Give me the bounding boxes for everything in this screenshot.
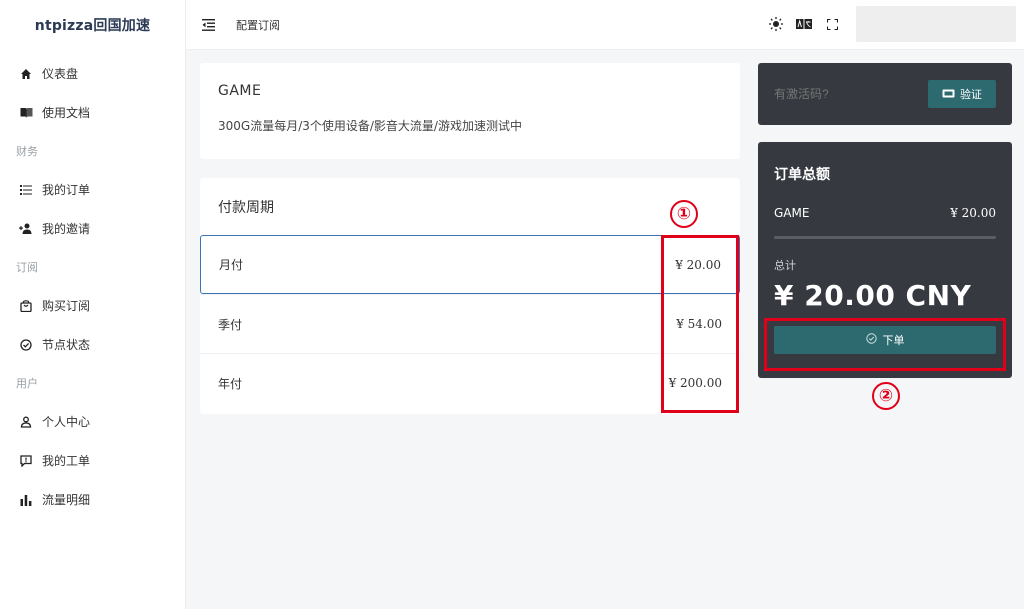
period-option-quarterly[interactable]: 季付 ¥ 54.00 bbox=[200, 294, 740, 353]
total-label: 总计 bbox=[774, 259, 796, 272]
brand-logo[interactable]: ntpizza回国加速 bbox=[0, 0, 185, 50]
translate-icon[interactable] bbox=[790, 4, 818, 44]
sidebar-nav: 仪表盘 使用文档 财务 我的订单 我的邀请 订阅 购买订阅 节点状态 用户 个人… bbox=[0, 50, 185, 519]
user-menu[interactable] bbox=[856, 6, 1016, 42]
check-circle-icon bbox=[18, 338, 34, 351]
coupon-input[interactable] bbox=[774, 87, 914, 101]
verify-button[interactable]: 验证 bbox=[928, 80, 996, 108]
sidebar: ntpizza回国加速 仪表盘 使用文档 财务 我的订单 我的邀请 订阅 购买订… bbox=[0, 0, 186, 609]
nav-section-subscription: 订阅 bbox=[16, 261, 38, 274]
sun-icon[interactable] bbox=[762, 4, 790, 44]
plan-description: 300G流量每月/3个使用设备/影音大流量/游戏加速测试中 bbox=[218, 119, 522, 133]
book-icon bbox=[18, 107, 34, 118]
summary-divider bbox=[774, 236, 996, 239]
sidebar-item-label: 流量明细 bbox=[42, 493, 91, 507]
shopping-bag-icon bbox=[18, 299, 34, 312]
period-option-label: 月付 bbox=[219, 258, 244, 272]
verify-button-label: 验证 bbox=[960, 88, 982, 101]
topbar-actions bbox=[762, 4, 1016, 44]
sidebar-item-invite[interactable]: 我的邀请 bbox=[0, 209, 185, 248]
sidebar-item-label: 我的工单 bbox=[42, 454, 91, 468]
plan-card: GAME 300G流量每月/3个使用设备/影音大流量/游戏加速测试中 bbox=[200, 63, 740, 159]
coupon-card: 验证 bbox=[758, 63, 1012, 125]
sidebar-item-label: 购买订阅 bbox=[42, 299, 91, 313]
message-alert-icon bbox=[18, 454, 34, 467]
sidebar-item-label: 我的订单 bbox=[42, 183, 91, 197]
sidebar-item-nodes[interactable]: 节点状态 bbox=[0, 325, 185, 364]
sidebar-item-label: 仪表盘 bbox=[42, 67, 79, 81]
summary-line-item: GAME ¥ 20.00 bbox=[774, 206, 996, 220]
payment-period-card: 付款周期 月付 ¥ 20.00 季付 ¥ 54.00 年付 ¥ 200.00 bbox=[200, 178, 740, 414]
annotation-box-order bbox=[764, 318, 1006, 371]
annotation-box-prices bbox=[661, 235, 739, 413]
period-option-label: 年付 bbox=[218, 376, 243, 391]
sidebar-item-buy[interactable]: 购买订阅 bbox=[0, 286, 185, 325]
plan-title: GAME bbox=[218, 83, 262, 99]
user-plus-icon bbox=[18, 223, 34, 234]
sidebar-item-traffic[interactable]: 流量明细 bbox=[0, 480, 185, 519]
sidebar-item-tickets[interactable]: 我的工单 bbox=[0, 441, 185, 480]
nav-section-finance: 财务 bbox=[16, 145, 38, 158]
nav-section-user: 用户 bbox=[16, 377, 38, 390]
menu-toggle-icon[interactable] bbox=[200, 17, 216, 33]
sidebar-item-orders[interactable]: 我的订单 bbox=[0, 170, 185, 209]
sidebar-item-docs[interactable]: 使用文档 bbox=[0, 93, 185, 132]
breadcrumb: 配置订阅 bbox=[236, 18, 280, 32]
list-icon bbox=[18, 184, 34, 195]
sidebar-item-profile[interactable]: 个人中心 bbox=[0, 402, 185, 441]
total-value: ¥ 20.00 CNY bbox=[774, 279, 972, 312]
sidebar-item-label: 我的邀请 bbox=[42, 222, 91, 236]
period-option-yearly[interactable]: 年付 ¥ 200.00 bbox=[200, 353, 740, 412]
sidebar-item-label: 使用文档 bbox=[42, 106, 91, 120]
period-option-monthly[interactable]: 月付 ¥ 20.00 bbox=[200, 235, 740, 294]
sidebar-item-dashboard[interactable]: 仪表盘 bbox=[0, 54, 185, 93]
summary-item-price: ¥ 20.00 bbox=[950, 206, 996, 220]
sidebar-item-label: 节点状态 bbox=[42, 338, 91, 352]
annotation-number-two: ② bbox=[872, 382, 900, 410]
annotation-number-one: ① bbox=[670, 200, 698, 228]
sidebar-item-label: 个人中心 bbox=[42, 415, 91, 429]
user-icon bbox=[18, 416, 34, 428]
summary-title: 订单总额 bbox=[774, 167, 830, 183]
period-title: 付款周期 bbox=[218, 199, 274, 216]
bar-chart-icon bbox=[18, 494, 34, 506]
period-option-label: 季付 bbox=[218, 317, 243, 332]
home-icon bbox=[18, 68, 34, 80]
topbar: 配置订阅 bbox=[186, 0, 1024, 50]
ticket-icon bbox=[942, 88, 955, 101]
summary-item-name: GAME bbox=[774, 206, 810, 220]
fullscreen-icon[interactable] bbox=[818, 4, 846, 44]
